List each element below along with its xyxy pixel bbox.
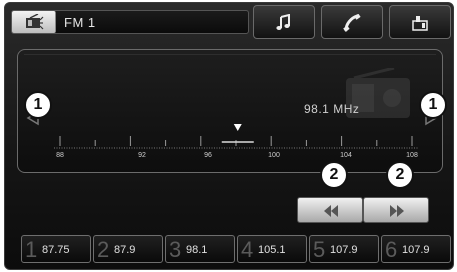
scale-label: 100 bbox=[268, 152, 280, 159]
seek-back-icon bbox=[324, 205, 338, 217]
top-bar: FM 1 bbox=[5, 3, 453, 39]
seek-back-button[interactable] bbox=[297, 197, 363, 223]
tuning-marker[interactable] bbox=[233, 124, 242, 131]
preset-bar: 1 87.75 2 87.9 3 98.1 4 105.1 5 107.9 6 … bbox=[9, 235, 457, 265]
preset-button-5[interactable]: 5 107.9 bbox=[309, 235, 379, 263]
music-button[interactable] bbox=[253, 5, 315, 39]
phone-button[interactable] bbox=[321, 5, 383, 39]
source-label: FM 1 bbox=[64, 15, 96, 30]
callout-2-seek-back: 2 bbox=[320, 161, 348, 189]
preset-number: 1 bbox=[25, 237, 38, 262]
scale-label: 108 bbox=[406, 152, 418, 159]
radio-screen: FM 1 98.1 MHz 88 92 96 100 104 108 1 1 2… bbox=[4, 2, 454, 270]
music-note-icon bbox=[276, 14, 290, 30]
callout-2-seek-forward: 2 bbox=[386, 161, 414, 189]
seek-forward-button[interactable] bbox=[363, 197, 429, 223]
scale-label: 104 bbox=[340, 152, 352, 159]
radio-source-icon[interactable] bbox=[12, 11, 56, 33]
scale-label: 88 bbox=[56, 152, 64, 159]
settings-button[interactable] bbox=[389, 5, 451, 39]
preset-frequency: 87.9 bbox=[114, 244, 136, 256]
scale-svg bbox=[54, 124, 418, 149]
preset-number: 3 bbox=[169, 237, 182, 262]
preset-frequency: 98.1 bbox=[186, 244, 208, 256]
preset-frequency: 87.75 bbox=[42, 244, 70, 256]
scale-label: 96 bbox=[204, 152, 212, 159]
tuner-panel: 98.1 MHz 88 92 96 100 104 108 bbox=[17, 49, 443, 173]
scale-label: 92 bbox=[138, 152, 146, 159]
preset-button-4[interactable]: 4 105.1 bbox=[237, 235, 307, 263]
preset-frequency: 107.9 bbox=[330, 244, 358, 256]
tuning-scale[interactable]: 88 92 96 100 104 108 bbox=[18, 110, 442, 172]
preset-number: 6 bbox=[385, 237, 398, 262]
seek-forward-icon bbox=[390, 205, 404, 217]
preset-number: 5 bbox=[313, 237, 326, 262]
phone-icon bbox=[343, 14, 361, 32]
callout-1-right: 1 bbox=[419, 91, 447, 119]
preset-button-3[interactable]: 3 98.1 bbox=[165, 235, 235, 263]
preset-button-6[interactable]: 6 107.9 bbox=[381, 235, 451, 263]
preset-frequency: 107.9 bbox=[402, 244, 430, 256]
preset-frequency: 105.1 bbox=[258, 244, 286, 256]
tuner-divider bbox=[24, 54, 436, 55]
callout-1-left: 1 bbox=[24, 91, 52, 119]
preset-button-2[interactable]: 2 87.9 bbox=[93, 235, 163, 263]
source-tab[interactable]: FM 1 bbox=[11, 10, 249, 34]
preset-number: 4 bbox=[241, 237, 254, 262]
settings-icon bbox=[412, 16, 428, 31]
preset-number: 2 bbox=[97, 237, 110, 262]
preset-button-1[interactable]: 1 87.75 bbox=[21, 235, 91, 263]
